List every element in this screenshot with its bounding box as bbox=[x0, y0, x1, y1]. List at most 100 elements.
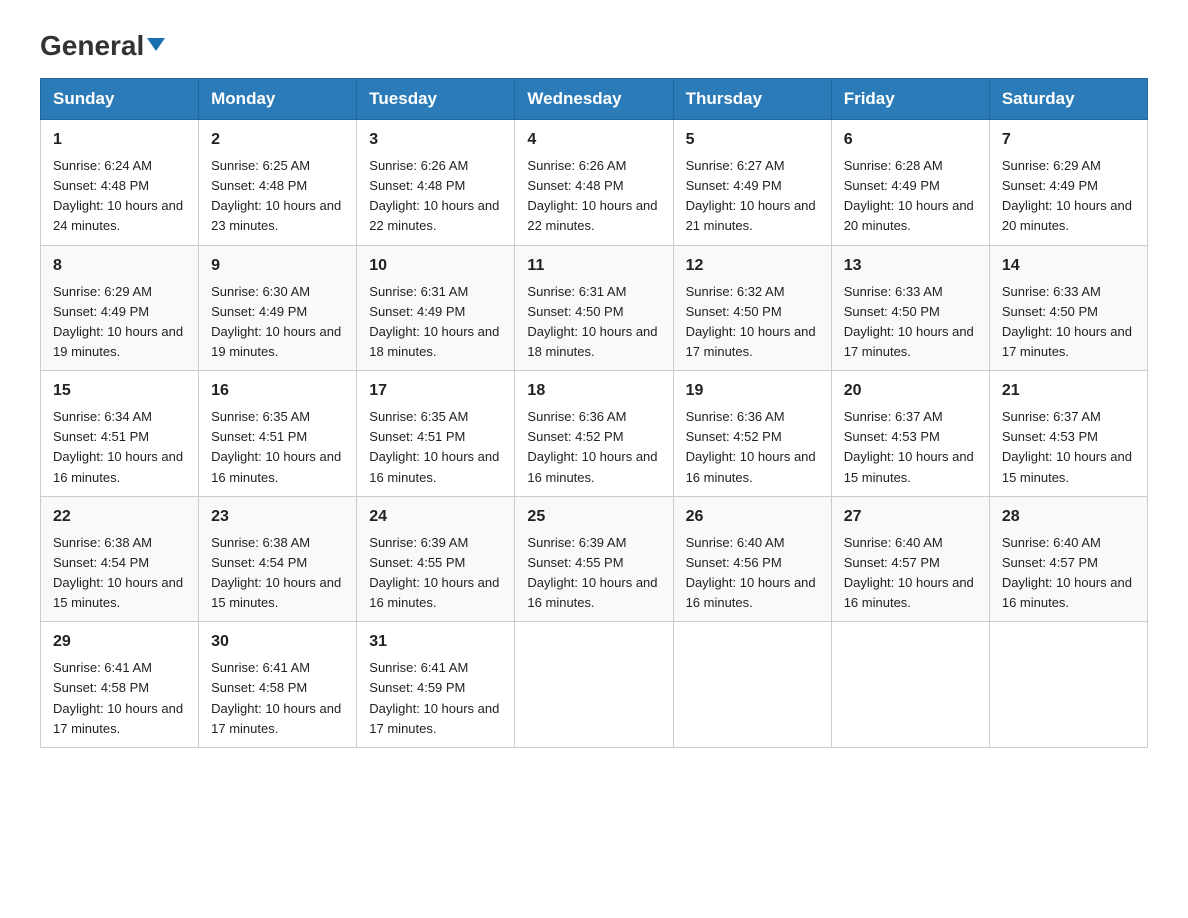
logo-general: General bbox=[40, 30, 144, 62]
day-info: Sunrise: 6:38 AMSunset: 4:54 PMDaylight:… bbox=[211, 533, 344, 614]
weekday-header-tuesday: Tuesday bbox=[357, 79, 515, 120]
day-number: 24 bbox=[369, 505, 502, 529]
day-number: 7 bbox=[1002, 128, 1135, 152]
calendar-day-cell: 15Sunrise: 6:34 AMSunset: 4:51 PMDayligh… bbox=[41, 371, 199, 497]
calendar-day-cell: 25Sunrise: 6:39 AMSunset: 4:55 PMDayligh… bbox=[515, 496, 673, 622]
calendar-day-cell: 11 Sunrise: 6:31 AMSunset: 4:50 PMDayligh… bbox=[515, 245, 673, 371]
calendar-day-cell: 8 Sunrise: 6:29 AMSunset: 4:49 PMDaylight… bbox=[41, 245, 199, 371]
calendar-day-cell: 9 Sunrise: 6:30 AMSunset: 4:49 PMDaylight… bbox=[199, 245, 357, 371]
logo-line1: General bbox=[40, 30, 167, 62]
day-info: Sunrise: 6:39 AMSunset: 4:55 PMDaylight:… bbox=[527, 533, 660, 614]
calendar-day-cell bbox=[989, 622, 1147, 748]
day-number: 27 bbox=[844, 505, 977, 529]
day-number: 29 bbox=[53, 630, 186, 654]
calendar-day-cell: 17 Sunrise: 6:35 AMSunset: 4:51 PMDayligh… bbox=[357, 371, 515, 497]
calendar-day-cell: 10 Sunrise: 6:31 AMSunset: 4:49 PMDayligh… bbox=[357, 245, 515, 371]
day-number: 11 bbox=[527, 254, 660, 278]
calendar-week-row: 8 Sunrise: 6:29 AMSunset: 4:49 PMDaylight… bbox=[41, 245, 1148, 371]
calendar-day-cell: 28 Sunrise: 6:40 AMSunset: 4:57 PMDayligh… bbox=[989, 496, 1147, 622]
calendar-day-cell bbox=[673, 622, 831, 748]
day-info: Sunrise: 6:36 AMSunset: 4:52 PMDaylight:… bbox=[527, 407, 660, 488]
calendar-day-cell bbox=[831, 622, 989, 748]
day-number: 13 bbox=[844, 254, 977, 278]
day-number: 8 bbox=[53, 254, 186, 278]
day-number: 30 bbox=[211, 630, 344, 654]
calendar-week-row: 29 Sunrise: 6:41 AMSunset: 4:58 PMDayligh… bbox=[41, 622, 1148, 748]
logo-triangle-icon bbox=[147, 38, 165, 51]
weekday-header-saturday: Saturday bbox=[989, 79, 1147, 120]
day-info: Sunrise: 6:36 AMSunset: 4:52 PMDaylight:… bbox=[686, 407, 819, 488]
weekday-header-wednesday: Wednesday bbox=[515, 79, 673, 120]
calendar-week-row: 22 Sunrise: 6:38 AMSunset: 4:54 PMDayligh… bbox=[41, 496, 1148, 622]
day-info: Sunrise: 6:27 AMSunset: 4:49 PMDaylight:… bbox=[686, 156, 819, 237]
calendar-day-cell: 13 Sunrise: 6:33 AMSunset: 4:50 PMDayligh… bbox=[831, 245, 989, 371]
calendar-week-row: 15Sunrise: 6:34 AMSunset: 4:51 PMDayligh… bbox=[41, 371, 1148, 497]
day-info: Sunrise: 6:25 AMSunset: 4:48 PMDaylight:… bbox=[211, 156, 344, 237]
day-info: Sunrise: 6:41 AMSunset: 4:59 PMDaylight:… bbox=[369, 658, 502, 739]
day-number: 18 bbox=[527, 379, 660, 403]
day-number: 31 bbox=[369, 630, 502, 654]
day-info: Sunrise: 6:29 AMSunset: 4:49 PMDaylight:… bbox=[53, 282, 186, 363]
day-info: Sunrise: 6:35 AMSunset: 4:51 PMDaylight:… bbox=[211, 407, 344, 488]
calendar-day-cell: 4Sunrise: 6:26 AMSunset: 4:48 PMDaylight… bbox=[515, 120, 673, 246]
weekday-header-monday: Monday bbox=[199, 79, 357, 120]
day-info: Sunrise: 6:40 AMSunset: 4:57 PMDaylight:… bbox=[1002, 533, 1135, 614]
day-number: 1 bbox=[53, 128, 186, 152]
day-info: Sunrise: 6:31 AMSunset: 4:50 PMDaylight:… bbox=[527, 282, 660, 363]
day-info: Sunrise: 6:35 AMSunset: 4:51 PMDaylight:… bbox=[369, 407, 502, 488]
calendar-day-cell: 26 Sunrise: 6:40 AMSunset: 4:56 PMDayligh… bbox=[673, 496, 831, 622]
day-number: 2 bbox=[211, 128, 344, 152]
day-info: Sunrise: 6:37 AMSunset: 4:53 PMDaylight:… bbox=[1002, 407, 1135, 488]
day-number: 16 bbox=[211, 379, 344, 403]
day-number: 12 bbox=[686, 254, 819, 278]
day-number: 3 bbox=[369, 128, 502, 152]
day-number: 23 bbox=[211, 505, 344, 529]
calendar-day-cell: 22Sunrise: 6:38 AMSunset: 4:54 PMDayligh… bbox=[41, 496, 199, 622]
day-info: Sunrise: 6:39 AMSunset: 4:55 PMDaylight:… bbox=[369, 533, 502, 614]
day-info: Sunrise: 6:40 AMSunset: 4:57 PMDaylight:… bbox=[844, 533, 977, 614]
day-info: Sunrise: 6:28 AMSunset: 4:49 PMDaylight:… bbox=[844, 156, 977, 237]
day-info: Sunrise: 6:33 AMSunset: 4:50 PMDaylight:… bbox=[844, 282, 977, 363]
day-number: 28 bbox=[1002, 505, 1135, 529]
day-number: 10 bbox=[369, 254, 502, 278]
day-info: Sunrise: 6:24 AMSunset: 4:48 PMDaylight:… bbox=[53, 156, 186, 237]
day-number: 9 bbox=[211, 254, 344, 278]
weekday-header-thursday: Thursday bbox=[673, 79, 831, 120]
calendar-day-cell: 29 Sunrise: 6:41 AMSunset: 4:58 PMDayligh… bbox=[41, 622, 199, 748]
weekday-header-sunday: Sunday bbox=[41, 79, 199, 120]
logo: General bbox=[40, 30, 167, 58]
calendar-day-cell: 16 Sunrise: 6:35 AMSunset: 4:51 PMDayligh… bbox=[199, 371, 357, 497]
calendar-week-row: 1 Sunrise: 6:24 AMSunset: 4:48 PMDaylight… bbox=[41, 120, 1148, 246]
day-number: 21 bbox=[1002, 379, 1135, 403]
calendar-day-cell: 30Sunrise: 6:41 AMSunset: 4:58 PMDayligh… bbox=[199, 622, 357, 748]
calendar-day-cell: 5 Sunrise: 6:27 AMSunset: 4:49 PMDaylight… bbox=[673, 120, 831, 246]
day-number: 17 bbox=[369, 379, 502, 403]
calendar-day-cell: 7 Sunrise: 6:29 AMSunset: 4:49 PMDaylight… bbox=[989, 120, 1147, 246]
calendar-day-cell: 19 Sunrise: 6:36 AMSunset: 4:52 PMDayligh… bbox=[673, 371, 831, 497]
day-info: Sunrise: 6:29 AMSunset: 4:49 PMDaylight:… bbox=[1002, 156, 1135, 237]
weekday-header-friday: Friday bbox=[831, 79, 989, 120]
day-info: Sunrise: 6:33 AMSunset: 4:50 PMDaylight:… bbox=[1002, 282, 1135, 363]
day-info: Sunrise: 6:26 AMSunset: 4:48 PMDaylight:… bbox=[369, 156, 502, 237]
calendar-day-cell bbox=[515, 622, 673, 748]
day-number: 26 bbox=[686, 505, 819, 529]
day-info: Sunrise: 6:31 AMSunset: 4:49 PMDaylight:… bbox=[369, 282, 502, 363]
day-number: 20 bbox=[844, 379, 977, 403]
calendar-day-cell: 1 Sunrise: 6:24 AMSunset: 4:48 PMDaylight… bbox=[41, 120, 199, 246]
day-number: 22 bbox=[53, 505, 186, 529]
calendar-day-cell: 14 Sunrise: 6:33 AMSunset: 4:50 PMDayligh… bbox=[989, 245, 1147, 371]
calendar-day-cell: 12Sunrise: 6:32 AMSunset: 4:50 PMDayligh… bbox=[673, 245, 831, 371]
calendar-day-cell: 24 Sunrise: 6:39 AMSunset: 4:55 PMDayligh… bbox=[357, 496, 515, 622]
weekday-header-row: SundayMondayTuesdayWednesdayThursdayFrid… bbox=[41, 79, 1148, 120]
calendar-day-cell: 31 Sunrise: 6:41 AMSunset: 4:59 PMDayligh… bbox=[357, 622, 515, 748]
calendar-day-cell: 21 Sunrise: 6:37 AMSunset: 4:53 PMDayligh… bbox=[989, 371, 1147, 497]
day-info: Sunrise: 6:41 AMSunset: 4:58 PMDaylight:… bbox=[53, 658, 186, 739]
calendar-table: SundayMondayTuesdayWednesdayThursdayFrid… bbox=[40, 78, 1148, 748]
day-number: 5 bbox=[686, 128, 819, 152]
day-number: 19 bbox=[686, 379, 819, 403]
day-info: Sunrise: 6:30 AMSunset: 4:49 PMDaylight:… bbox=[211, 282, 344, 363]
day-number: 14 bbox=[1002, 254, 1135, 278]
day-info: Sunrise: 6:40 AMSunset: 4:56 PMDaylight:… bbox=[686, 533, 819, 614]
calendar-day-cell: 20Sunrise: 6:37 AMSunset: 4:53 PMDayligh… bbox=[831, 371, 989, 497]
calendar-day-cell: 2 Sunrise: 6:25 AMSunset: 4:48 PMDaylight… bbox=[199, 120, 357, 246]
